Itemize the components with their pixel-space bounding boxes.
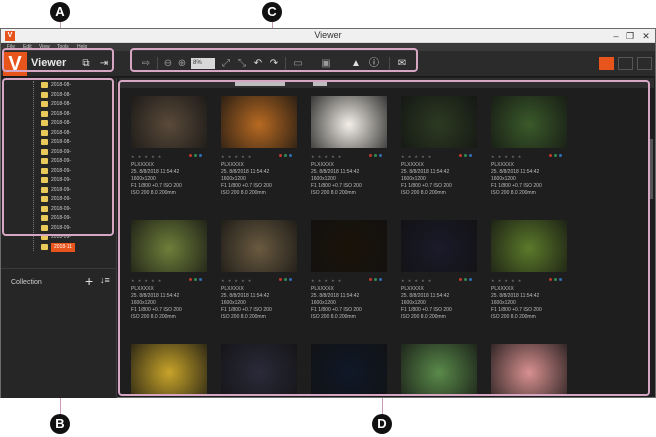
sort-collection-icon[interactable]: ↓≡ xyxy=(100,275,110,285)
grid-small-view-button[interactable] xyxy=(618,57,633,70)
minimize-button[interactable]: – xyxy=(609,29,623,43)
window-title: Viewer xyxy=(314,30,342,40)
collection-label: Collection xyxy=(11,279,42,286)
close-button[interactable]: ✕ xyxy=(639,29,653,43)
highlight-d xyxy=(118,80,650,396)
highlight-b xyxy=(2,78,114,236)
callout-a: A xyxy=(50,2,70,22)
highlight-c xyxy=(130,48,418,72)
callout-b: B xyxy=(50,414,70,434)
folder-item[interactable]: 2018-11 xyxy=(41,242,101,252)
grid-large-view-button[interactable] xyxy=(599,57,614,70)
callout-d: D xyxy=(372,414,392,434)
maximize-button[interactable]: ❐ xyxy=(623,29,637,43)
add-collection-icon[interactable]: + xyxy=(85,273,93,289)
single-view-button[interactable] xyxy=(637,57,652,70)
folder-label: 2018-11 xyxy=(51,242,75,252)
callout-c: C xyxy=(262,2,282,22)
highlight-a xyxy=(2,48,114,72)
title-bar: V Viewer – ❐ ✕ xyxy=(1,29,655,43)
callout-d-line xyxy=(382,396,383,414)
collection-panel: Collection + ↓≡ xyxy=(1,268,117,398)
folder-icon xyxy=(41,243,48,250)
